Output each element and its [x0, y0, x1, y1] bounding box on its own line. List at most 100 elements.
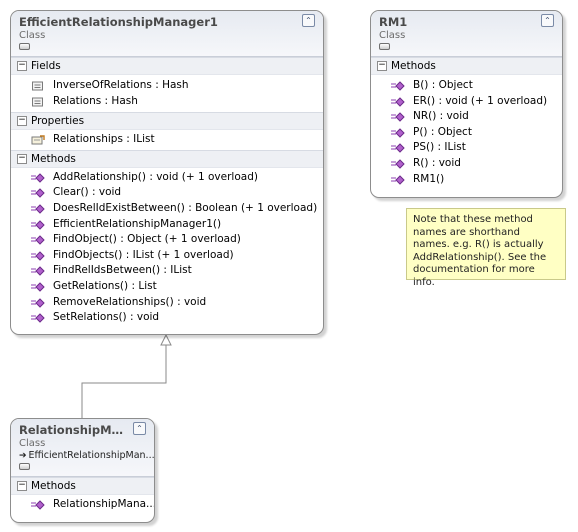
method-item[interactable]: SetRelations() : void	[11, 310, 323, 326]
method-icon	[31, 266, 45, 277]
inheritance-arrowhead	[160, 333, 172, 346]
method-item[interactable]: B() : Object	[371, 78, 562, 94]
method-icon	[31, 188, 45, 199]
method-item[interactable]: RelationshipMana...	[11, 497, 154, 513]
class-rm1[interactable]: RM1 Class ⌃ − Methods B() : Object ER() …	[370, 10, 563, 198]
collapse-toggle-icon[interactable]: −	[17, 61, 27, 71]
class-relationship-manager[interactable]: RelationshipMan... Class ➔ EfficientRelat…	[10, 418, 155, 523]
methods-list: B() : Object ER() : void (+ 1 overload) …	[371, 75, 562, 187]
method-icon	[31, 500, 45, 510]
method-icon	[31, 235, 45, 245]
class-pill-icon	[19, 43, 30, 50]
method-item[interactable]: RM1()	[371, 172, 562, 188]
method-icon	[31, 173, 45, 183]
double-chevron-up-icon[interactable]: ⌃	[302, 14, 315, 27]
collapse-toggle-icon[interactable]: −	[17, 153, 27, 164]
method-icon	[31, 251, 45, 261]
class-stereotype: Class	[19, 30, 46, 41]
method-label: DoesRelIdExistBetween() : Boolean (+ 1 o…	[53, 201, 318, 214]
method-icon	[31, 297, 45, 308]
method-label: SetRelations() : void	[53, 311, 160, 324]
class-stereotype: Class	[379, 30, 406, 41]
method-label: RM1()	[413, 172, 445, 185]
method-item[interactable]: PS() : IList	[371, 140, 562, 156]
method-item[interactable]: ER() : void (+ 1 overload)	[371, 94, 562, 110]
class-stereotype: Class	[19, 438, 46, 449]
method-item[interactable]: P() : Object	[371, 125, 562, 141]
method-label: NR() : void	[413, 110, 469, 123]
method-icon	[31, 204, 45, 214]
method-item[interactable]: DoesRelIdExistBetween() : Boolean (+ 1 o…	[11, 201, 323, 217]
method-icon	[31, 282, 45, 292]
method-item[interactable]: EfficientRelationshipManager1()	[11, 217, 323, 233]
arrow-right-icon: ➔	[19, 451, 27, 461]
method-label: B() : Object	[413, 79, 473, 91]
methods-list: RelationshipMana...	[11, 495, 154, 513]
method-label: EfficientRelationshipManager1()	[53, 217, 222, 230]
section-header-fields[interactable]: − Fields	[11, 57, 323, 75]
field-icon	[32, 97, 43, 107]
method-icon	[31, 313, 45, 323]
class-header: RM1 Class ⌃	[371, 11, 562, 57]
section-header-properties[interactable]: − Properties	[11, 112, 323, 131]
method-label: RemoveRelationships() : void	[53, 295, 207, 308]
section-title: Methods	[31, 152, 76, 165]
property-label: Relationships : IList	[53, 133, 155, 146]
double-chevron-up-icon[interactable]: ⌃	[541, 14, 554, 27]
base-class-label: ➔ EfficientRelationshipMan...	[19, 450, 154, 461]
method-icon	[391, 128, 405, 138]
double-chevron-up-icon[interactable]: ⌃	[133, 422, 146, 435]
field-label: InverseOfRelations : Hash	[53, 79, 189, 91]
class-efficient-relationship-manager1[interactable]: EfficientRelationshipManager1 Class ⌃ − …	[10, 10, 324, 335]
class-pill-icon	[19, 463, 30, 470]
method-label: FindObject() : Object (+ 1 overload)	[53, 233, 241, 246]
method-item[interactable]: NR() : void	[371, 109, 562, 125]
section-title: Fields	[31, 60, 61, 72]
field-label: Relations : Hash	[53, 94, 138, 107]
method-item[interactable]: GetRelations() : List	[11, 279, 323, 295]
section-title: Properties	[31, 115, 85, 128]
method-item[interactable]: RemoveRelationships() : void	[11, 295, 323, 311]
comment-note[interactable]: Note that these method names are shortha…	[406, 208, 566, 288]
method-item[interactable]: FindObjects() : IList (+ 1 overload)	[11, 248, 323, 264]
class-pill-icon	[379, 43, 390, 50]
method-label: P() : Object	[413, 125, 472, 138]
class-name: EfficientRelationshipManager1	[19, 15, 218, 29]
methods-list: AddRelationship() : void (+ 1 overload) …	[11, 168, 323, 326]
method-label: GetRelations() : List	[53, 279, 157, 292]
method-item[interactable]: FindRelIdsBetween() : IList	[11, 263, 323, 279]
method-label: RelationshipMana...	[53, 498, 155, 510]
section-title: Methods	[31, 480, 76, 492]
base-class-name: EfficientRelationshipMan...	[28, 450, 155, 461]
section-header-methods[interactable]: − Methods	[371, 57, 562, 75]
field-item[interactable]: InverseOfRelations : Hash	[11, 78, 323, 94]
method-label: PS() : IList	[413, 141, 466, 154]
collapse-toggle-icon[interactable]: −	[17, 481, 27, 491]
section-title: Methods	[391, 60, 436, 72]
method-label: ER() : void (+ 1 overload)	[413, 94, 548, 107]
collapse-toggle-icon[interactable]: −	[377, 61, 387, 71]
property-item[interactable]: Relationships : IList	[11, 132, 323, 148]
method-label: Clear() : void	[53, 186, 122, 199]
method-item[interactable]: Clear() : void	[11, 185, 323, 201]
method-item[interactable]: R() : void	[371, 156, 562, 172]
method-label: AddRelationship() : void (+ 1 overload)	[53, 170, 258, 183]
field-item[interactable]: Relations : Hash	[11, 94, 323, 110]
method-icon	[31, 219, 45, 230]
properties-list: Relationships : IList	[11, 130, 323, 148]
section-header-methods[interactable]: − Methods	[11, 149, 323, 168]
method-label: FindObjects() : IList (+ 1 overload)	[53, 248, 234, 261]
class-header: RelationshipMan... Class ➔ EfficientRelat…	[11, 419, 154, 477]
method-item[interactable]: AddRelationship() : void (+ 1 overload)	[11, 170, 323, 186]
field-icon	[32, 81, 43, 91]
class-header: EfficientRelationshipManager1 Class ⌃	[11, 11, 323, 57]
method-label: FindRelIdsBetween() : IList	[53, 264, 192, 277]
method-icon	[391, 174, 405, 185]
method-icon	[391, 159, 405, 169]
method-item[interactable]: FindObject() : Object (+ 1 overload)	[11, 232, 323, 248]
section-header-methods[interactable]: − Methods	[11, 477, 154, 495]
fields-list: InverseOfRelations : Hash Relations : Ha…	[11, 75, 323, 109]
method-icon	[391, 96, 405, 107]
method-icon	[391, 112, 405, 122]
collapse-toggle-icon[interactable]: −	[17, 116, 27, 127]
